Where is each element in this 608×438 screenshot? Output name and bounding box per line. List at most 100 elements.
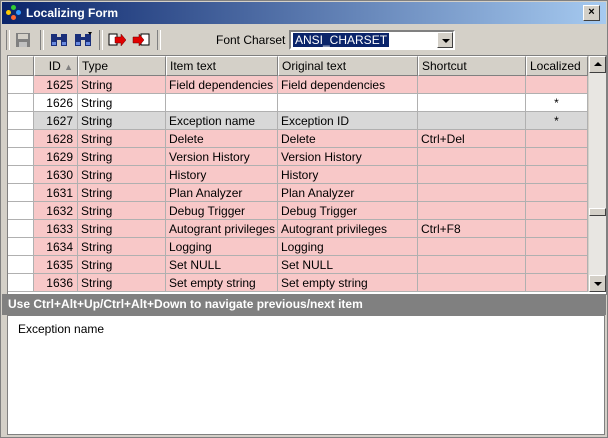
cell-orig[interactable]: Exception ID — [278, 112, 418, 130]
table-row[interactable]: 1632 String Debug Trigger Debug Trigger — [8, 202, 588, 220]
cell-localized[interactable] — [526, 238, 588, 256]
cell-type[interactable]: String — [78, 238, 166, 256]
table-row[interactable]: 1626 String * — [8, 94, 588, 112]
row-indicator[interactable] — [8, 238, 34, 256]
header-original-text[interactable]: Original text — [278, 56, 418, 76]
cell-shortcut[interactable] — [418, 184, 526, 202]
header-shortcut[interactable]: Shortcut — [418, 56, 526, 76]
cell-type[interactable]: String — [78, 220, 166, 238]
cell-orig[interactable]: Autogrant privileges — [278, 220, 418, 238]
cell-type[interactable]: String — [78, 94, 166, 112]
cell-shortcut[interactable]: Ctrl+F8 — [418, 220, 526, 238]
row-indicator[interactable] — [8, 184, 34, 202]
cell-item[interactable]: Field dependencies — [166, 76, 278, 94]
table-row[interactable]: 1635 String Set NULL Set NULL — [8, 256, 588, 274]
table-row[interactable]: 1627 String Exception name Exception ID * — [8, 112, 588, 130]
cell-id[interactable]: 1626 — [34, 94, 78, 112]
header-id[interactable]: ID ▲ — [34, 56, 78, 76]
cell-localized[interactable] — [526, 130, 588, 148]
cell-type[interactable]: String — [78, 112, 166, 130]
cell-type[interactable]: String — [78, 202, 166, 220]
title-bar[interactable]: Localizing Form × — [2, 2, 606, 24]
cell-shortcut[interactable] — [418, 256, 526, 274]
cell-localized[interactable] — [526, 166, 588, 184]
detail-panel[interactable]: Exception name — [7, 315, 605, 435]
cell-shortcut[interactable] — [418, 238, 526, 256]
cell-shortcut[interactable] — [418, 76, 526, 94]
cell-id[interactable]: 1636 — [34, 274, 78, 292]
cell-localized[interactable] — [526, 148, 588, 166]
cell-orig[interactable] — [278, 94, 418, 112]
cell-item[interactable]: Set NULL — [166, 256, 278, 274]
cell-type[interactable]: String — [78, 184, 166, 202]
cell-localized[interactable] — [526, 76, 588, 94]
cell-orig[interactable]: Field dependencies — [278, 76, 418, 94]
save-button[interactable] — [12, 29, 34, 51]
cell-id[interactable]: 1628 — [34, 130, 78, 148]
row-indicator[interactable] — [8, 130, 34, 148]
cell-item[interactable]: Exception name — [166, 112, 278, 130]
cell-type[interactable]: String — [78, 148, 166, 166]
cell-id[interactable]: 1625 — [34, 76, 78, 94]
cell-item[interactable]: Debug Trigger — [166, 202, 278, 220]
cell-type[interactable]: String — [78, 130, 166, 148]
cell-shortcut[interactable] — [418, 112, 526, 130]
close-button[interactable]: × — [583, 5, 600, 21]
row-indicator[interactable] — [8, 76, 34, 94]
table-row[interactable]: 1633 String Autogrant privileges Autogrant … — [8, 220, 588, 238]
cell-item[interactable]: Delete — [166, 130, 278, 148]
cell-item[interactable]: Set empty string — [166, 274, 278, 292]
header-localized[interactable]: Localized — [526, 56, 588, 76]
table-row[interactable]: 1629 String Version History Version History — [8, 148, 588, 166]
cell-orig[interactable]: Delete — [278, 130, 418, 148]
cell-orig[interactable]: History — [278, 166, 418, 184]
cell-orig[interactable]: Logging — [278, 238, 418, 256]
table-row[interactable]: 1634 String Logging Logging — [8, 238, 588, 256]
header-type[interactable]: Type — [78, 56, 166, 76]
cell-id[interactable]: 1634 — [34, 238, 78, 256]
scroll-up-button[interactable] — [589, 56, 606, 73]
grid-vertical-scrollbar[interactable] — [588, 56, 606, 292]
table-row[interactable]: 1630 String History History — [8, 166, 588, 184]
cell-shortcut[interactable]: Ctrl+Del — [418, 130, 526, 148]
cell-shortcut[interactable] — [418, 166, 526, 184]
cell-localized[interactable] — [526, 256, 588, 274]
table-row[interactable]: 1628 String Delete Delete Ctrl+Del — [8, 130, 588, 148]
cell-id[interactable]: 1627 — [34, 112, 78, 130]
cell-localized[interactable] — [526, 220, 588, 238]
cell-orig[interactable]: Version History — [278, 148, 418, 166]
cell-id[interactable]: 1629 — [34, 148, 78, 166]
font-charset-select[interactable]: ANSI_CHARSET — [289, 30, 455, 50]
cell-shortcut[interactable] — [418, 274, 526, 292]
cell-type[interactable]: String — [78, 76, 166, 94]
cell-orig[interactable]: Set NULL — [278, 256, 418, 274]
scroll-down-button[interactable] — [589, 275, 606, 292]
cell-item[interactable]: Logging — [166, 238, 278, 256]
cell-orig[interactable]: Debug Trigger — [278, 202, 418, 220]
cell-type[interactable]: String — [78, 256, 166, 274]
row-indicator[interactable] — [8, 148, 34, 166]
cell-item[interactable]: Version History — [166, 148, 278, 166]
cell-item[interactable]: History — [166, 166, 278, 184]
import-button[interactable] — [130, 29, 152, 51]
cell-type[interactable]: String — [78, 166, 166, 184]
localization-grid[interactable]: ID ▲ Type Item text Original text Shortc… — [7, 55, 607, 295]
cell-localized[interactable] — [526, 274, 588, 292]
cell-shortcut[interactable] — [418, 148, 526, 166]
cell-id[interactable]: 1632 — [34, 202, 78, 220]
chevron-down-icon[interactable] — [437, 32, 453, 48]
cell-item[interactable] — [166, 94, 278, 112]
row-indicator[interactable] — [8, 220, 34, 238]
row-indicator[interactable] — [8, 166, 34, 184]
cell-orig[interactable]: Set empty string — [278, 274, 418, 292]
header-item-text[interactable]: Item text — [166, 56, 278, 76]
cell-id[interactable]: 1630 — [34, 166, 78, 184]
cell-item[interactable]: Autogrant privileges — [166, 220, 278, 238]
cell-localized[interactable]: * — [526, 112, 588, 130]
cell-item[interactable]: Plan Analyzer — [166, 184, 278, 202]
cell-localized[interactable]: * — [526, 94, 588, 112]
find-next-button[interactable] — [72, 29, 94, 51]
table-row[interactable]: 1625 String Field dependencies Field depend… — [8, 76, 588, 94]
row-indicator[interactable] — [8, 274, 34, 292]
row-indicator[interactable] — [8, 256, 34, 274]
